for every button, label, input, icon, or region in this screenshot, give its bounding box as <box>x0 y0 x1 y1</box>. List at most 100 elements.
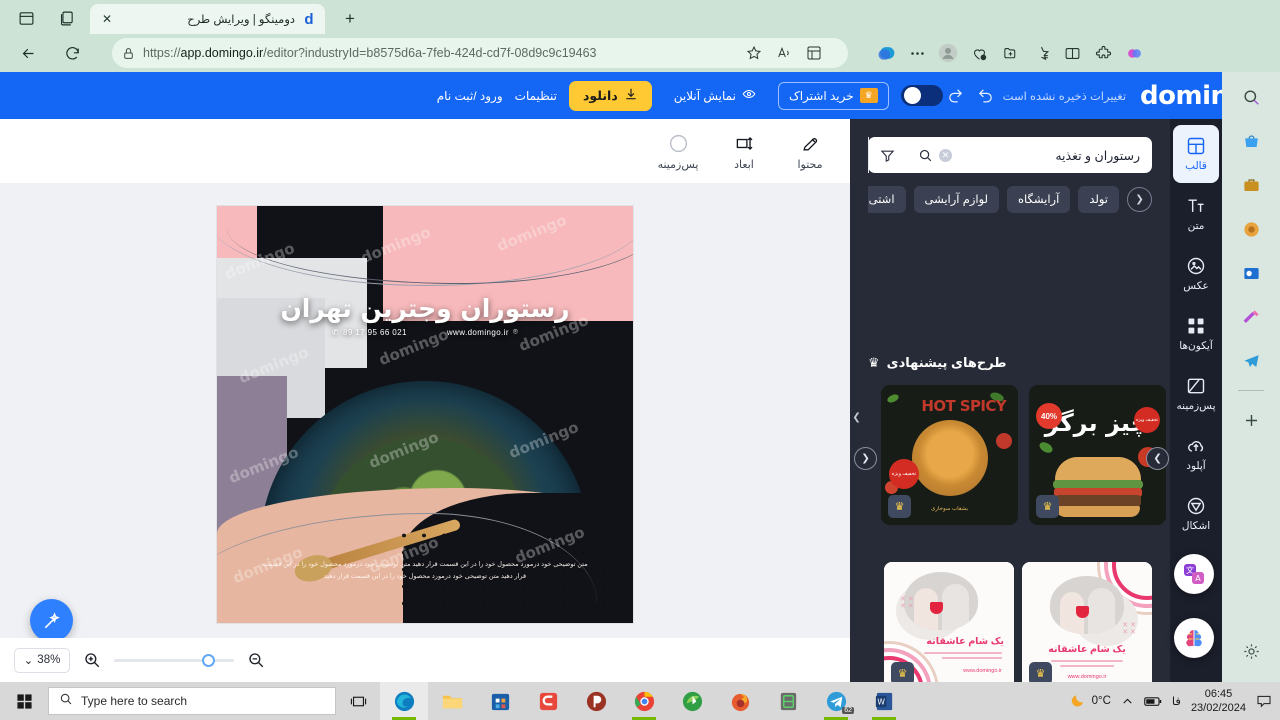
poster-body-text[interactable]: متن توضیحی خود درمورد محصول خود را در ای… <box>217 559 633 583</box>
reload-icon[interactable] <box>58 40 86 66</box>
poster-design[interactable]: رستوران وجترین تهران ⌾ www.domingo.ir 02… <box>217 206 633 623</box>
browser-essentials-icon[interactable] <box>965 38 993 68</box>
split-window-icon[interactable] <box>1058 38 1086 68</box>
sidebar-shopping-icon[interactable] <box>1235 126 1267 156</box>
chip-salon[interactable]: آرایشگاه <box>1007 185 1071 213</box>
template-thumbnail-hot-spicy[interactable]: HOT SPICY تخفیف ویژه بشقاب سوخاری ♛ <box>881 385 1018 525</box>
sidebar-item-text[interactable]: متن <box>1173 185 1219 243</box>
favorite-star-icon[interactable] <box>740 38 768 68</box>
start-button[interactable] <box>0 682 48 720</box>
login-register-link[interactable]: ورود /ثبت نام <box>437 89 503 103</box>
sidebar-item-upload[interactable]: آپلود <box>1173 425 1219 483</box>
settings-link[interactable]: تنظیمات <box>515 89 557 103</box>
sidebar-item-icons[interactable]: آیکون‌ها <box>1173 305 1219 363</box>
taskbar-notepad-icon[interactable] <box>764 682 812 720</box>
taskbar-telegram-icon[interactable]: 62 <box>812 682 860 720</box>
split-screen-icon[interactable] <box>10 5 42 31</box>
filter-icon[interactable] <box>868 137 906 173</box>
browser-tab[interactable]: d دومینگو | ویرایش طرح ✕ <box>90 4 325 34</box>
buy-subscription-button[interactable]: ♛ خرید اشتراک <box>777 81 889 110</box>
read-aloud-icon[interactable] <box>770 38 798 68</box>
close-icon[interactable]: ✕ <box>98 10 116 28</box>
task-view-button[interactable] <box>336 682 380 720</box>
extensions-icon[interactable] <box>1089 38 1117 68</box>
language-indicator[interactable]: فا <box>1172 694 1181 708</box>
magic-wand-button[interactable] <box>30 599 73 642</box>
clock[interactable]: 06:45 23/02/2024 <box>1191 687 1246 715</box>
taskbar-file-explorer-icon[interactable] <box>428 682 476 720</box>
search-input[interactable]: رستوران و تغذیه ✕ <box>906 148 1152 163</box>
ai-brain-icon[interactable] <box>1174 618 1214 658</box>
more-options-icon[interactable] <box>903 38 931 68</box>
chip-cosmetics[interactable]: لوازم آرایشی <box>913 185 1000 213</box>
weather-widget[interactable]: 0°C <box>1071 692 1111 711</box>
poster-website[interactable]: ⌾ www.domingo.ir <box>447 327 518 337</box>
sidebar-item-shapes[interactable]: اشکال <box>1173 485 1219 543</box>
sidebar-outlook-icon[interactable] <box>1235 258 1267 288</box>
sidebar-add-icon[interactable] <box>1235 405 1267 435</box>
crown-icon: ♛ <box>868 355 880 370</box>
chip-partial[interactable]: اشتی <box>868 185 906 213</box>
sidebar-tools-icon[interactable] <box>1235 170 1267 200</box>
copilot-icon[interactable] <box>872 38 900 68</box>
new-tab-button[interactable]: + <box>337 7 363 31</box>
avatar[interactable] <box>934 38 962 68</box>
zoom-slider[interactable] <box>114 651 234 669</box>
template-thumbnail-romantic-2[interactable]: ✕✕ ✕✕ یک شام عاشقانه www.domingo.ir ♛ <box>884 562 1014 682</box>
taskbar-potplayer-icon[interactable] <box>572 682 620 720</box>
template-thumbnail-romantic-1[interactable]: ✕✕ ✕✕ یک شام عاشقانه www.domingo.ir ♛ <box>1022 562 1152 682</box>
tool-dimensions[interactable]: ابعاد <box>722 132 766 171</box>
add-collection-icon[interactable] <box>996 38 1024 68</box>
redo-icon[interactable] <box>943 83 969 109</box>
apps-grid-icon[interactable] <box>800 38 828 68</box>
template-search-bar[interactable]: رستوران و تغذیه ✕ <box>868 137 1152 173</box>
design-stage[interactable]: رستوران وجترین تهران ⌾ www.domingo.ir 02… <box>0 183 850 682</box>
sidebar-item-template[interactable]: قالب <box>1173 125 1219 183</box>
panel-collapse-button[interactable]: ❯ <box>850 400 863 434</box>
zoom-out-icon[interactable] <box>244 648 268 672</box>
clear-search-icon[interactable]: ✕ <box>939 148 952 162</box>
sidebar-settings-gear-icon[interactable] <box>1235 636 1267 666</box>
taskbar-edge-icon[interactable] <box>380 682 428 720</box>
taskbar-firefox-icon[interactable] <box>716 682 764 720</box>
tab-search-icon[interactable] <box>50 5 82 31</box>
moon-weather-icon <box>1071 692 1087 711</box>
poster-phone[interactable]: 021 66 95 17 89 ✆ <box>332 328 407 337</box>
sidebar-designer-icon[interactable] <box>1235 302 1267 332</box>
sidebar-telegram-icon[interactable] <box>1235 346 1267 376</box>
poster-title[interactable]: رستوران وجترین تهران <box>217 294 633 323</box>
sidebar-item-background[interactable]: پس‌زمینه <box>1173 365 1219 423</box>
online-preview-button[interactable]: نمایش آنلاین <box>663 81 766 110</box>
copilot-brain-icon[interactable] <box>1120 38 1148 68</box>
back-icon[interactable] <box>14 40 42 66</box>
sidebar-search-icon[interactable] <box>1235 82 1267 112</box>
taskbar-camtasia-icon[interactable] <box>524 682 572 720</box>
undo-icon[interactable] <box>973 83 999 109</box>
address-bar[interactable]: https://app.domingo.ir/editor?industryId… <box>112 38 848 68</box>
search-icon[interactable] <box>918 148 933 163</box>
zoom-in-icon[interactable] <box>80 648 104 672</box>
dark-mode-toggle[interactable]: ☾ <box>900 85 943 106</box>
zoom-level-select[interactable]: ⌄ 38% <box>14 647 70 673</box>
taskbar-idm-icon[interactable] <box>668 682 716 720</box>
carousel-next-button[interactable]: ❯ <box>1146 447 1169 470</box>
download-button[interactable]: دانلود <box>568 80 652 111</box>
sidebar-item-image[interactable]: عکس <box>1173 245 1219 303</box>
taskbar-microsoft-store-icon[interactable] <box>476 682 524 720</box>
taskbar-search-input[interactable]: Type here to search <box>48 687 336 715</box>
notifications-icon[interactable] <box>1256 693 1272 709</box>
sidebar-games-icon[interactable] <box>1235 214 1267 244</box>
omnibox-actions <box>740 38 828 68</box>
battery-icon[interactable] <box>1144 695 1162 708</box>
chip-birthday[interactable]: تولد <box>1078 185 1119 213</box>
tool-content[interactable]: محتوا <box>788 132 832 171</box>
translate-icon[interactable]: 文A <box>1174 554 1214 594</box>
tool-background[interactable]: پس‌زمینه <box>656 132 700 171</box>
carousel-prev-button[interactable]: ❮ <box>854 447 877 470</box>
zoom-slider-handle[interactable] <box>202 653 215 667</box>
show-hidden-icons-button[interactable] <box>1121 695 1134 708</box>
collections-icon[interactable] <box>1027 38 1055 68</box>
taskbar-chrome-icon[interactable] <box>620 682 668 720</box>
taskbar-word-icon[interactable]: W <box>860 682 908 720</box>
chips-prev-button[interactable]: ❮ <box>1127 186 1152 212</box>
